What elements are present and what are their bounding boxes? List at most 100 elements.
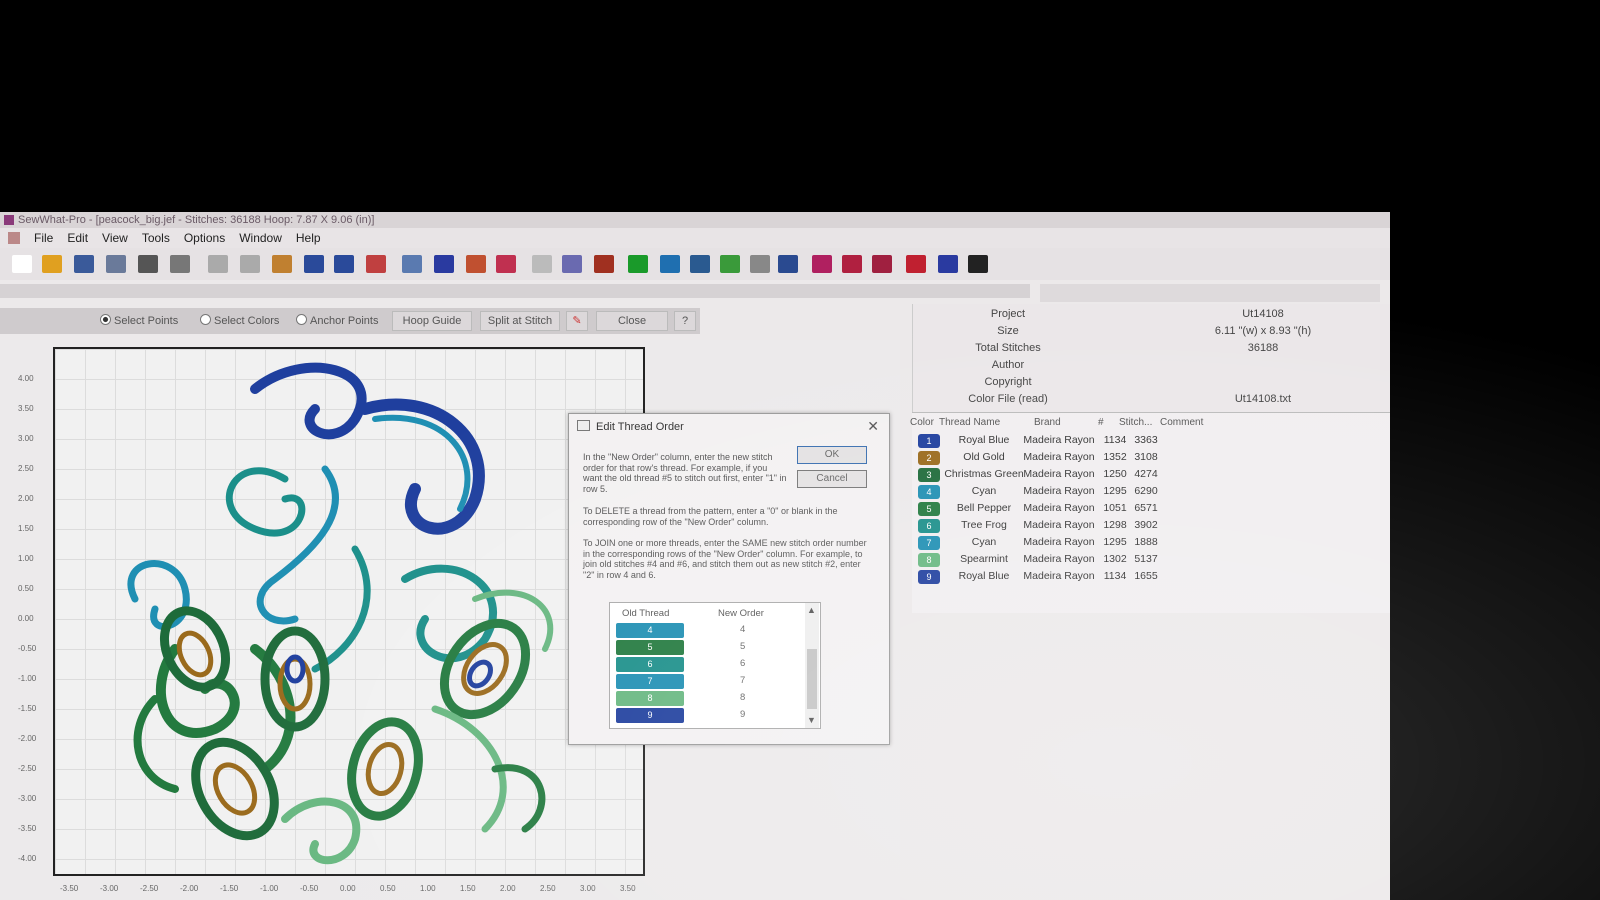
paste-icon[interactable] xyxy=(272,255,292,273)
ruler-tick-label: -0.50 xyxy=(300,884,319,893)
menu-tools[interactable]: Tools xyxy=(142,231,170,245)
split-at-stitch-button[interactable]: Split at Stitch xyxy=(480,311,560,331)
thread-row[interactable]: 2 Old Gold Madeira Rayon 1352 3108 xyxy=(912,450,1390,467)
ruler-tick-label: -1.50 xyxy=(220,884,239,893)
menu-file[interactable]: File xyxy=(34,231,53,245)
list-scrollbar[interactable]: ▲ ▼ xyxy=(805,603,819,728)
plus-icon[interactable] xyxy=(906,255,926,273)
help-icon[interactable]: ? xyxy=(674,311,696,331)
copy-icon[interactable] xyxy=(240,255,260,273)
film-icon[interactable] xyxy=(594,255,614,273)
thread-row[interactable]: 4 Cyan Madeira Rayon 1295 6290 xyxy=(912,484,1390,501)
new-order-cell[interactable]: 8 xyxy=(740,692,745,703)
ruler-icon[interactable] xyxy=(402,255,422,273)
thread-icon[interactable] xyxy=(750,255,770,273)
thread-row[interactable]: 6 Tree Frog Madeira Rayon 1298 3902 xyxy=(912,518,1390,535)
grid-icon[interactable] xyxy=(562,255,582,273)
dialog-title: Edit Thread Order xyxy=(596,421,684,433)
ruler-tick-label: -2.00 xyxy=(180,884,199,893)
ruler-tick-label: 4.00 xyxy=(18,374,34,383)
order-row[interactable]: 88 xyxy=(610,690,810,707)
new-icon[interactable] xyxy=(12,255,32,273)
thread-row[interactable]: 9 Royal Blue Madeira Rayon 1134 1655 xyxy=(912,569,1390,586)
needle-icon[interactable] xyxy=(778,255,798,273)
project-info-row: Project Ut14108 xyxy=(913,308,1383,324)
ruler-tick-label: -2.50 xyxy=(18,764,37,773)
old-thread-header: Old Thread xyxy=(622,608,670,619)
menu-edit[interactable]: Edit xyxy=(67,231,88,245)
ruler-tick-label: -0.50 xyxy=(18,644,37,653)
scrollbar-thumb[interactable] xyxy=(807,649,817,709)
info-label: Author xyxy=(991,359,1025,371)
blank-icon[interactable] xyxy=(532,255,552,273)
scroll-up-icon[interactable]: ▲ xyxy=(807,605,816,615)
cars2-icon[interactable] xyxy=(872,255,892,273)
ok-button[interactable]: OK xyxy=(797,446,867,464)
redo-icon[interactable] xyxy=(334,255,354,273)
new-order-cell[interactable]: 4 xyxy=(740,624,745,635)
undo-icon[interactable] xyxy=(304,255,324,273)
peacock-embroidery-design xyxy=(127,362,554,865)
window-icon xyxy=(577,420,590,431)
menu-help[interactable]: Help xyxy=(296,231,321,245)
col-number-header: # xyxy=(1098,417,1104,428)
hoop-guide-button[interactable]: Hoop Guide xyxy=(392,311,472,331)
pointer-help-icon[interactable] xyxy=(968,255,988,273)
text-a-icon[interactable] xyxy=(466,255,486,273)
scroll-down-icon[interactable]: ▼ xyxy=(807,715,816,725)
order-row[interactable]: 77 xyxy=(610,673,810,690)
ruler-tick-label: 1.00 xyxy=(18,554,34,563)
edit-stitches-bar: Select Points Select Colors Anchor Point… xyxy=(0,308,700,334)
close-edit-button[interactable]: Close xyxy=(596,311,668,331)
cut-icon[interactable] xyxy=(208,255,228,273)
open-icon[interactable] xyxy=(42,255,62,273)
order-row[interactable]: 44 xyxy=(610,622,810,639)
ruler-tick-label: -3.00 xyxy=(18,794,37,803)
thread-row[interactable]: 5 Bell Pepper Madeira Rayon 1051 6571 xyxy=(912,501,1390,518)
new-order-cell[interactable]: 9 xyxy=(740,709,745,720)
menu-options[interactable]: Options xyxy=(184,231,225,245)
new-order-cell[interactable]: 7 xyxy=(740,675,745,686)
save-icon[interactable] xyxy=(74,255,94,273)
new-order-cell[interactable]: 5 xyxy=(740,641,745,652)
thread-order-list[interactable]: Old Thread New Order 445566778899 ▲ ▼ xyxy=(609,602,821,729)
hoop-icon[interactable] xyxy=(366,255,386,273)
ruler-tick-label: -1.00 xyxy=(260,884,279,893)
order-row[interactable]: 66 xyxy=(610,656,810,673)
flower-icon[interactable] xyxy=(812,255,832,273)
col-color-header: Color xyxy=(910,417,934,428)
radio-icon xyxy=(200,314,211,325)
cars-icon[interactable] xyxy=(842,255,862,273)
marker-icon[interactable]: ✎ xyxy=(566,311,588,331)
preview-icon[interactable] xyxy=(170,255,190,273)
menu-window[interactable]: Window xyxy=(239,231,282,245)
save-as-icon[interactable] xyxy=(106,255,126,273)
help-icon[interactable] xyxy=(938,255,958,273)
frame-icon[interactable] xyxy=(690,255,710,273)
stitch-icon[interactable] xyxy=(496,255,516,273)
thread-stitches: 4274 xyxy=(1134,468,1158,480)
project-info-row: Color File (read) Ut14108.txt xyxy=(913,393,1383,409)
thread-row[interactable]: 7 Cyan Madeira Rayon 1295 1888 xyxy=(912,535,1390,552)
new-order-cell[interactable]: 6 xyxy=(740,658,745,669)
ruler-tick-label: 2.50 xyxy=(18,464,34,473)
thread-row[interactable]: 1 Royal Blue Madeira Rayon 1134 3363 xyxy=(912,433,1390,450)
cancel-button[interactable]: Cancel xyxy=(797,470,867,488)
close-icon[interactable]: ✕ xyxy=(867,418,879,435)
order-row[interactable]: 99 xyxy=(610,707,810,724)
shirt-icon[interactable] xyxy=(660,255,680,273)
info-label: Total Stitches xyxy=(975,342,1041,354)
thread-row[interactable]: 8 Spearmint Madeira Rayon 1302 5137 xyxy=(912,552,1390,569)
anchor-points-radio[interactable]: Anchor Points xyxy=(296,314,378,327)
text-b-icon[interactable] xyxy=(434,255,454,273)
select-colors-radio[interactable]: Select Colors xyxy=(200,314,279,327)
print-icon[interactable] xyxy=(138,255,158,273)
radio-selected-icon xyxy=(100,314,111,325)
menu-view[interactable]: View xyxy=(102,231,128,245)
palette-icon[interactable] xyxy=(720,255,740,273)
select-points-radio[interactable]: Select Points xyxy=(100,314,178,327)
thread-row[interactable]: 3 Christmas Green Madeira Rayon 1250 4274 xyxy=(912,467,1390,484)
order-row[interactable]: 55 xyxy=(610,639,810,656)
hoop-area[interactable] xyxy=(53,347,645,876)
color-icon[interactable] xyxy=(628,255,648,273)
